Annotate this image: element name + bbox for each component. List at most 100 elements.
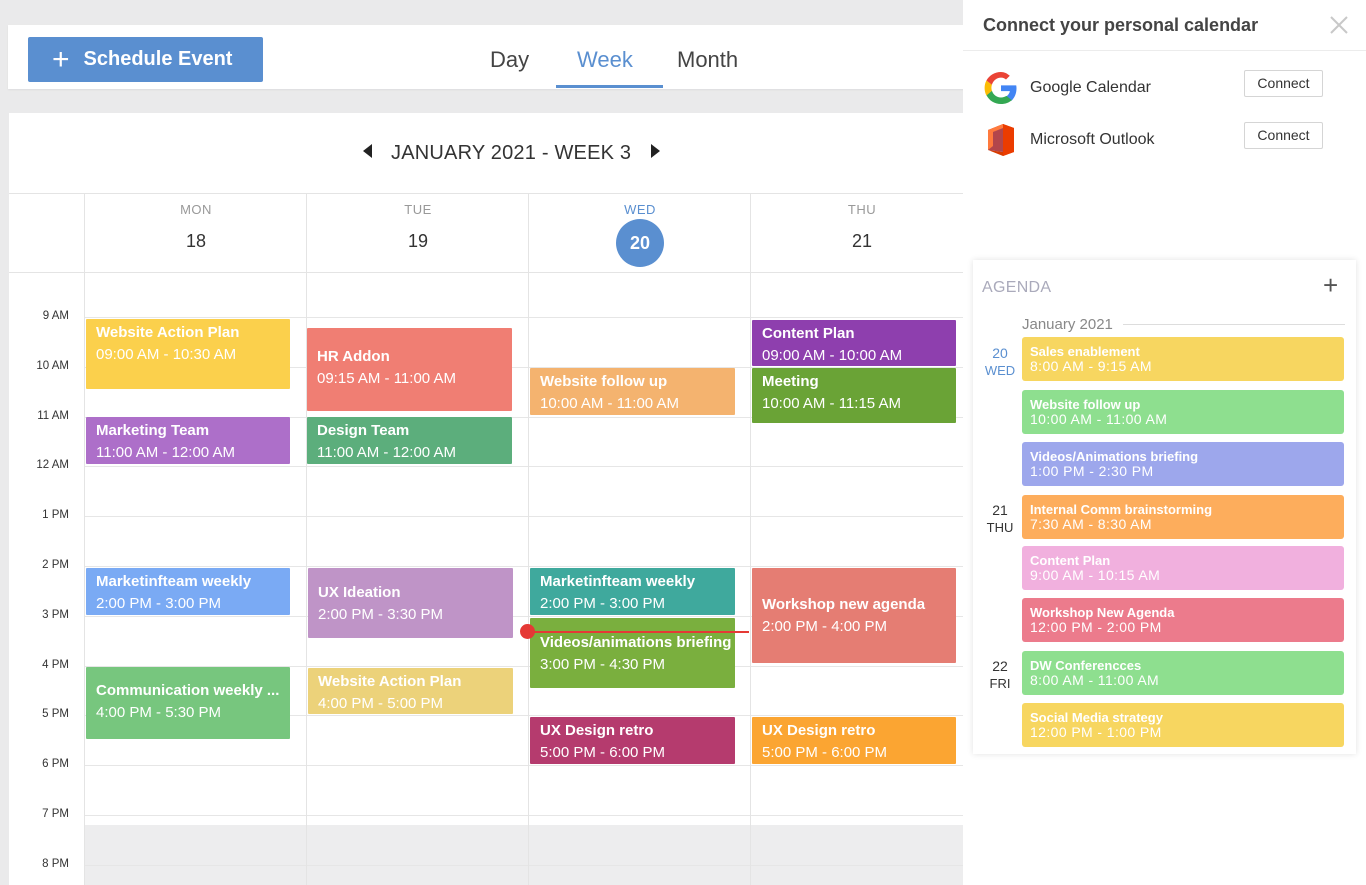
- month-divider: [1123, 324, 1345, 325]
- after-hours-area: [84, 825, 969, 885]
- hour-line: [84, 566, 969, 567]
- calendar-event[interactable]: Design Team 11:00 AM - 12:00 AM: [307, 417, 512, 464]
- agenda-event-time: 12:00 PM - 1:00 PM: [1030, 724, 1162, 740]
- agenda-date-number: 22: [992, 658, 1008, 674]
- agenda-event-title: DW Conferencces: [1030, 658, 1142, 673]
- calendar-event[interactable]: Website follow up 10:00 AM - 11:00 AM: [530, 368, 735, 415]
- hour-line: [84, 516, 969, 517]
- next-week-icon[interactable]: [651, 144, 660, 158]
- hour-label: 4 PM: [42, 659, 69, 671]
- calendar-event[interactable]: Content Plan 09:00 AM - 10:00 AM: [752, 320, 956, 366]
- calendar-event[interactable]: Meeting 10:00 AM - 11:15 AM: [752, 368, 956, 423]
- agenda-event-time: 12:00 PM - 2:00 PM: [1030, 619, 1162, 635]
- add-agenda-icon[interactable]: +: [1323, 272, 1338, 298]
- hour-line: [84, 865, 969, 866]
- prev-week-icon[interactable]: [363, 144, 372, 158]
- calendar-event[interactable]: UX Ideation 2:00 PM - 3:30 PM: [308, 568, 513, 638]
- event-time: 11:00 AM - 12:00 AM: [317, 444, 456, 461]
- day-header-wed[interactable]: WED 20: [528, 194, 751, 272]
- tab-week[interactable]: Week: [577, 47, 633, 73]
- calendar-name: Microsoft Outlook: [1030, 131, 1155, 148]
- agenda-month: January 2021: [1022, 316, 1113, 333]
- day-number: 21: [851, 231, 873, 251]
- week-title: JANUARY 2021 - WEEK 3: [391, 142, 632, 164]
- toolbar: + Schedule Event Day Week Month: [8, 25, 968, 89]
- agenda-event-time: 8:00 AM - 11:00 AM: [1030, 672, 1160, 688]
- calendar-event[interactable]: UX Design retro 5:00 PM - 6:00 PM: [752, 717, 956, 764]
- agenda-date-number: 21: [992, 502, 1008, 518]
- event-title: Communication weekly ...: [96, 682, 280, 699]
- tab-month[interactable]: Month: [677, 47, 738, 73]
- day-header-mon[interactable]: MON 18: [84, 194, 307, 272]
- hour-label: 9 AM: [42, 310, 69, 322]
- plus-icon: +: [52, 42, 70, 76]
- agenda-event-title: Internal Comm brainstorming: [1030, 502, 1213, 517]
- calendar-event[interactable]: Marketinfteam weekly 2:00 PM - 3:00 PM: [86, 568, 290, 615]
- week-navigation: JANUARY 2021 - WEEK 3: [9, 113, 969, 194]
- close-icon[interactable]: [1327, 13, 1351, 37]
- column-divider: [84, 273, 85, 885]
- event-title: Meeting: [762, 373, 819, 390]
- event-title: Website Action Plan: [318, 673, 462, 690]
- agenda-event[interactable]: DW Conferencces 8:00 AM - 11:00 AM: [1022, 651, 1344, 695]
- agenda-event[interactable]: Videos/Animations briefing 1:00 PM - 2:3…: [1022, 442, 1344, 486]
- event-time: 3:00 PM - 4:30 PM: [540, 656, 666, 673]
- event-time: 09:15 AM - 11:00 AM: [317, 370, 456, 387]
- calendar-event[interactable]: Website Action Plan 09:00 AM - 10:30 AM: [86, 319, 290, 389]
- hour-label: 12 AM: [36, 459, 69, 471]
- event-title: UX Ideation: [318, 584, 401, 601]
- calendar-event[interactable]: Marketing Team 11:00 AM - 12:00 AM: [86, 417, 290, 464]
- agenda-date: 22 FRI: [979, 658, 1021, 691]
- event-title: HR Addon: [317, 348, 390, 365]
- agenda-event-time: 10:00 AM - 11:00 AM: [1030, 411, 1168, 427]
- agenda-date: 21 THU: [979, 502, 1021, 535]
- agenda-event[interactable]: Content Plan 9:00 AM - 10:15 AM: [1022, 546, 1344, 590]
- agenda-event[interactable]: Sales enablement 8:00 AM - 9:15 AM: [1022, 337, 1344, 381]
- tab-day[interactable]: Day: [490, 47, 529, 73]
- event-time: 11:00 AM - 12:00 AM: [96, 444, 235, 461]
- agenda-event-time: 8:00 AM - 9:15 AM: [1030, 358, 1152, 374]
- column-divider: [528, 273, 529, 885]
- active-tab-indicator: [556, 85, 663, 88]
- calendar-event[interactable]: Communication weekly ... 4:00 PM - 5:30 …: [86, 667, 290, 739]
- hour-label: 8 PM: [42, 858, 69, 870]
- event-time: 10:00 AM - 11:00 AM: [540, 395, 679, 412]
- hour-line: [84, 317, 969, 318]
- panel-title: Connect your personal calendar: [983, 15, 1259, 35]
- schedule-event-label: Schedule Event: [83, 48, 233, 70]
- week-calendar: JANUARY 2021 - WEEK 3 MON 18 TUE 19 WED …: [9, 113, 969, 885]
- agenda-event[interactable]: Workshop New Agenda 12:00 PM - 2:00 PM: [1022, 598, 1344, 642]
- connect-outlook-button[interactable]: Connect: [1244, 122, 1323, 149]
- agenda-date-number: 20: [992, 345, 1008, 361]
- calendar-event[interactable]: Website Action Plan 4:00 PM - 5:00 PM: [308, 668, 513, 714]
- agenda-date-weekday: WED: [984, 363, 1016, 378]
- calendar-event[interactable]: HR Addon 09:15 AM - 11:00 AM: [307, 328, 512, 411]
- day-header-tue[interactable]: TUE 19: [306, 194, 529, 272]
- google-icon: [984, 72, 1017, 104]
- calendar-event[interactable]: Marketinfteam weekly 2:00 PM - 3:00 PM: [530, 568, 735, 615]
- event-title: Videos/animations briefing: [540, 634, 732, 651]
- event-time: 5:00 PM - 6:00 PM: [762, 744, 888, 761]
- schedule-event-button[interactable]: + Schedule Event: [28, 37, 263, 82]
- calendar-row-google: Google Calendar Connect: [983, 70, 1343, 110]
- agenda-event[interactable]: Social Media strategy 12:00 PM - 1:00 PM: [1022, 703, 1344, 747]
- hour-label: 11 AM: [37, 410, 69, 422]
- hour-label: 2 PM: [42, 559, 69, 571]
- connect-google-button[interactable]: Connect: [1244, 70, 1323, 97]
- agenda-event[interactable]: Internal Comm brainstorming 7:30 AM - 8:…: [1022, 495, 1344, 539]
- agenda-date: 20 WED: [979, 345, 1021, 378]
- calendar-event[interactable]: UX Design retro 5:00 PM - 6:00 PM: [530, 717, 735, 764]
- event-title: Website follow up: [540, 373, 668, 390]
- calendar-name: Google Calendar: [1030, 79, 1151, 96]
- agenda-event[interactable]: Website follow up 10:00 AM - 11:00 AM: [1022, 390, 1344, 434]
- agenda-date-weekday: FRI: [989, 676, 1011, 691]
- day-header-thu[interactable]: THU 21: [750, 194, 969, 272]
- calendar-event[interactable]: Workshop new agenda 2:00 PM - 4:00 PM: [752, 568, 956, 663]
- agenda-event-title: Videos/Animations briefing: [1030, 449, 1199, 464]
- calendar-event[interactable]: Videos/animations briefing 3:00 PM - 4:3…: [530, 618, 735, 688]
- hour-label: 10 AM: [36, 360, 69, 372]
- header-divider: [9, 272, 969, 273]
- agenda-event-title: Social Media strategy: [1030, 710, 1163, 725]
- today-badge: 20: [616, 219, 664, 267]
- event-title: Website Action Plan: [96, 324, 240, 341]
